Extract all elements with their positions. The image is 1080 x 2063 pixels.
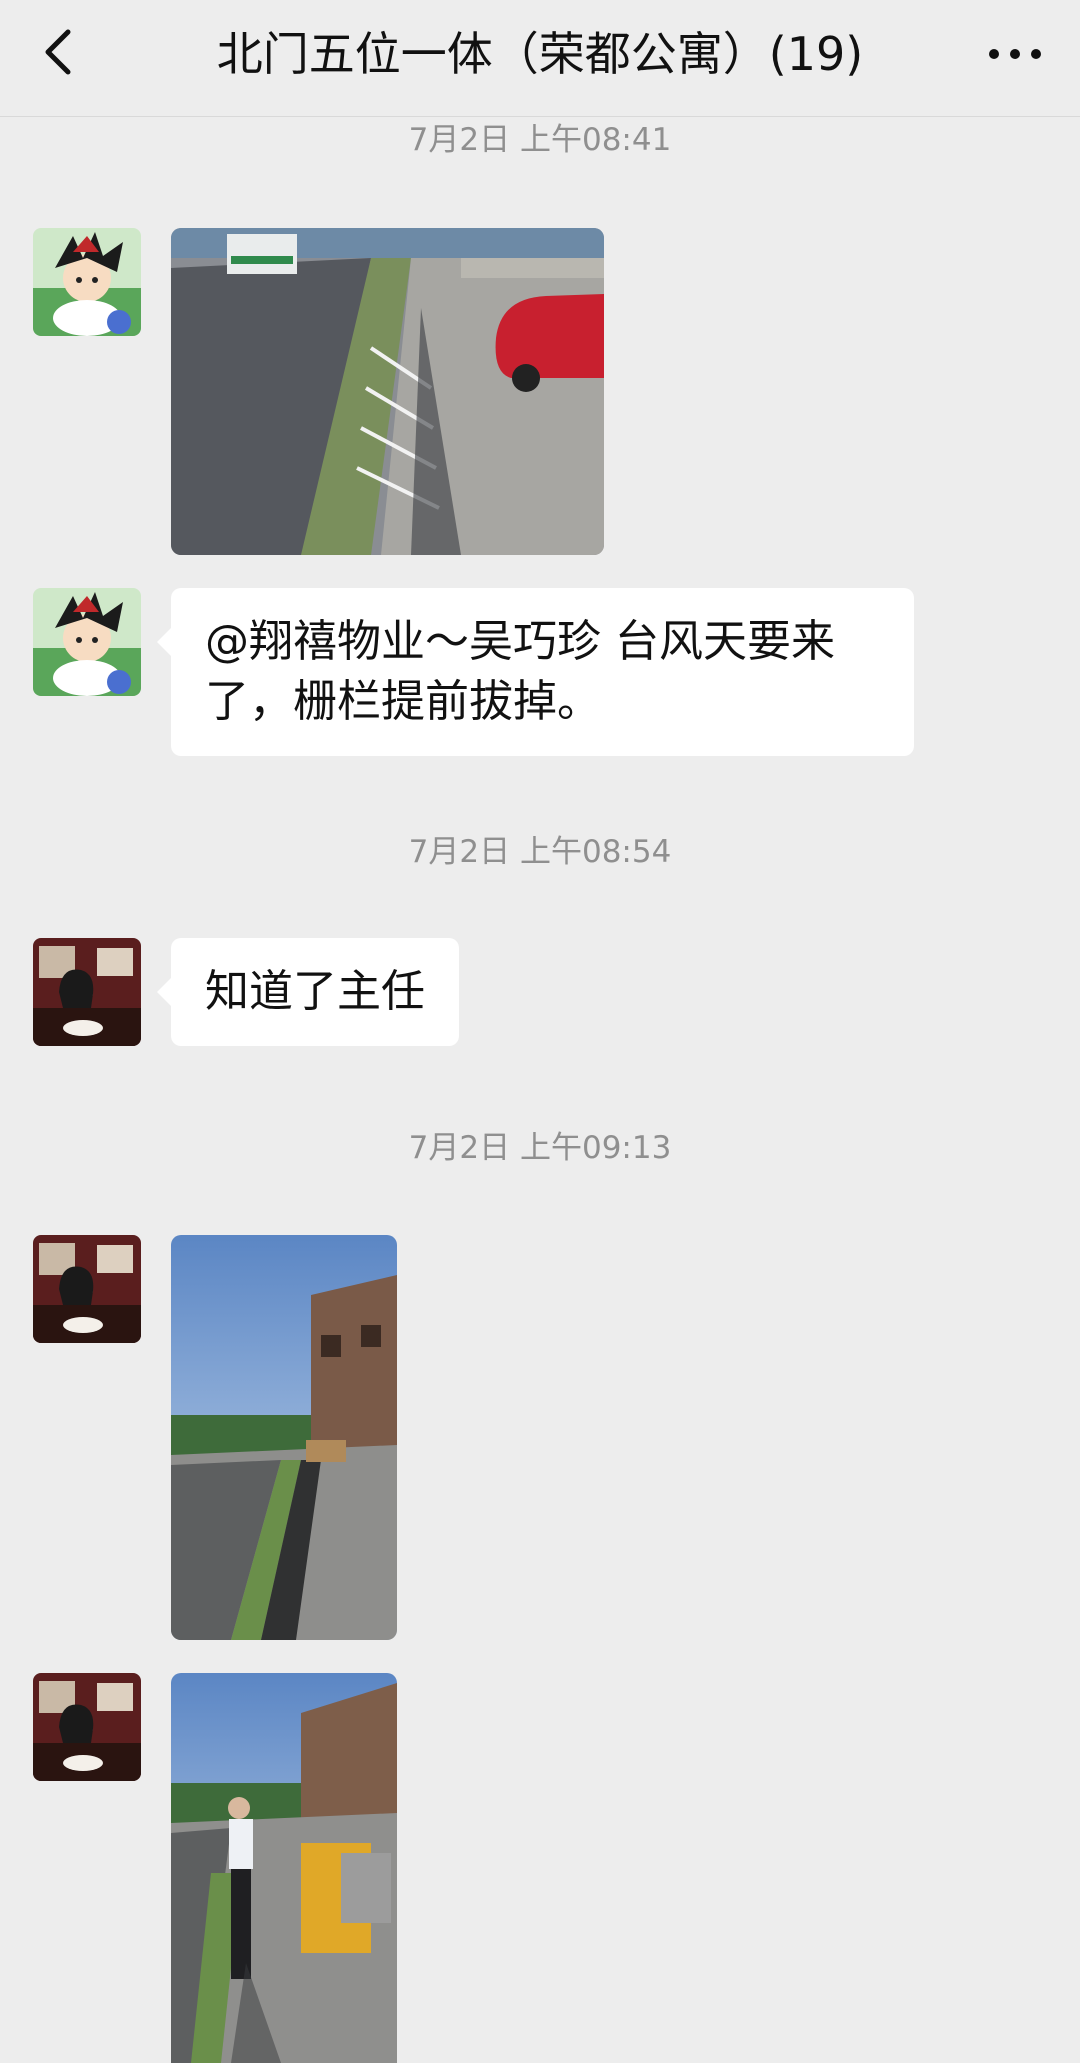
image-message[interactable]	[171, 1673, 397, 2063]
anime-avatar-icon	[33, 228, 141, 336]
message-text: @翔禧物业～吴巧珍 台风天要来了，栅栏提前拔掉。	[205, 616, 835, 727]
text-message[interactable]: @翔禧物业～吴巧珍 台风天要来了，栅栏提前拔掉。	[157, 588, 914, 756]
sidewalk-photo	[171, 1235, 397, 1640]
worker-photo	[171, 1673, 397, 2063]
woman-avatar-icon	[33, 1673, 141, 1781]
sender-avatar[interactable]	[33, 1235, 141, 1343]
timestamp: 7月2日 上午08:54	[408, 834, 672, 870]
message-text: 知道了主任	[205, 966, 425, 1017]
image-message[interactable]	[171, 1235, 397, 1640]
more-dots-icon	[989, 49, 1041, 59]
woman-avatar-icon	[33, 1235, 141, 1343]
chevron-left-icon	[45, 29, 71, 75]
sender-avatar[interactable]	[33, 588, 141, 696]
timestamp: 7月2日 上午08:41	[408, 122, 672, 158]
back-button[interactable]	[30, 22, 90, 82]
woman-avatar-icon	[33, 938, 141, 1046]
timestamp: 7月2日 上午09:13	[408, 1130, 672, 1166]
street-photo	[171, 228, 604, 555]
chat-title: 北门五位一体（荣都公寓）(19)	[216, 27, 864, 81]
image-message[interactable]	[171, 228, 604, 555]
sender-avatar[interactable]	[33, 228, 141, 336]
anime-avatar-icon	[33, 588, 141, 696]
text-message[interactable]: 知道了主任	[157, 938, 459, 1046]
chat-header: 北门五位一体（荣都公寓）(19)	[0, 0, 1080, 117]
more-button[interactable]	[980, 24, 1050, 84]
sender-avatar[interactable]	[33, 1673, 141, 1781]
sender-avatar[interactable]	[33, 938, 141, 1046]
